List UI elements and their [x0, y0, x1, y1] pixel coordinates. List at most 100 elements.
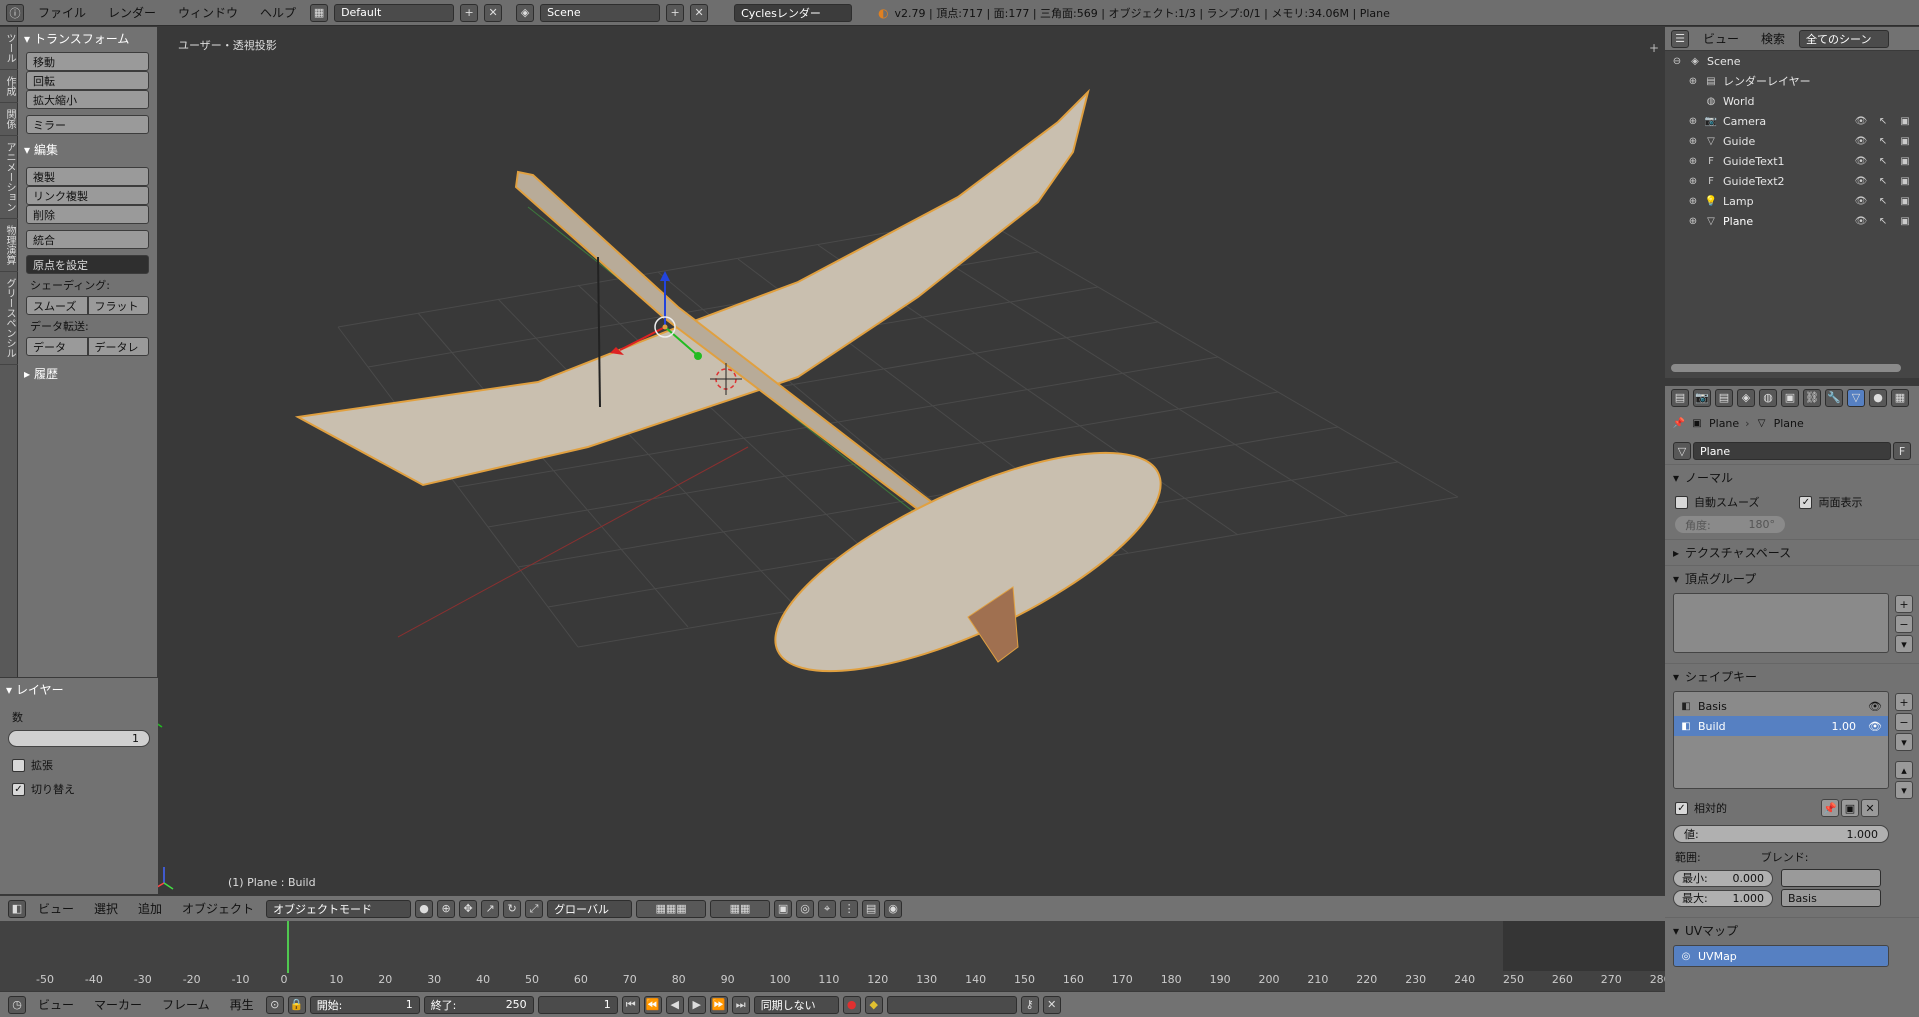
timeline-menu-playback[interactable]: 再生	[222, 996, 262, 1013]
move-up-button[interactable]: ▴	[1895, 761, 1913, 779]
link-duplicate-button[interactable]: リンク複製	[26, 186, 149, 205]
shape-key-specials-button[interactable]: ▾	[1895, 733, 1913, 751]
visibility-eye-icon[interactable]: 👁	[1855, 135, 1868, 147]
gizmo-z-arrow-icon[interactable]	[660, 271, 670, 281]
remove-layout-icon[interactable]: ✕	[484, 3, 503, 22]
lock-icon[interactable]: 🔒	[287, 995, 306, 1014]
outliner-item-scene[interactable]: ⊖ ◈ Scene	[1665, 51, 1919, 71]
shape-keys-list[interactable]: ◧ Basis 👁 ◧ Build 1.00 👁	[1673, 691, 1889, 789]
auto-smooth-checkbox[interactable]	[1675, 495, 1688, 509]
data-layout-button[interactable]: データレ	[87, 337, 149, 356]
3d-viewport[interactable]: ユーザー・透視投影 (1) Plane : Build +	[158, 27, 1665, 895]
preview-range-icon[interactable]: ⊙	[265, 995, 284, 1014]
mirror-button[interactable]: ミラー	[26, 115, 149, 134]
insert-keyframe-icon[interactable]: ⚷	[1020, 995, 1039, 1014]
gizmo-y-handle-icon[interactable]	[694, 352, 702, 360]
start-frame-field[interactable]: 開始: 1	[309, 995, 420, 1014]
world-tab-icon[interactable]: ◍	[1759, 388, 1777, 407]
outliner-item-guidetext2[interactable]: ⊕ F GuideText2 👁 ↖ ▣	[1665, 171, 1919, 191]
tab-physics[interactable]: 物理演算	[0, 219, 19, 272]
snap-target-icon[interactable]: ⋮	[840, 899, 859, 918]
next-keyframe-icon[interactable]: ⏩	[709, 995, 728, 1014]
visibility-eye-icon[interactable]: 👁	[1855, 195, 1868, 207]
outliner-menu-view[interactable]: ビュー	[1695, 30, 1747, 47]
outliner-item-plane[interactable]: ⊕ ▽ Plane 👁 ↖ ▣	[1665, 211, 1919, 231]
record-icon[interactable]: ●	[842, 995, 861, 1014]
selectable-arrow-icon[interactable]: ↖	[1877, 115, 1889, 127]
current-frame-cursor[interactable]	[287, 921, 289, 973]
add-scene-icon[interactable]: +	[666, 3, 685, 22]
vertex-group-blend-field[interactable]	[1781, 869, 1881, 887]
outliner-item-camera[interactable]: ⊕ 📷 Camera 👁 ↖ ▣	[1665, 111, 1919, 131]
selectable-arrow-icon[interactable]: ↖	[1877, 195, 1889, 207]
properties-editor-icon[interactable]: ▤	[1671, 388, 1689, 407]
visibility-eye-icon[interactable]: 👁	[1855, 155, 1868, 167]
shape-value-slider[interactable]: 値: 1.000	[1673, 825, 1889, 843]
render-tab-icon[interactable]: 📷	[1693, 388, 1711, 407]
layers-lock-icon[interactable]: ▣	[774, 899, 793, 918]
object-tab-icon[interactable]: ▣	[1781, 388, 1799, 407]
render-preview-icon[interactable]: ▤	[862, 899, 881, 918]
add-layout-icon[interactable]: +	[460, 3, 479, 22]
render-camera-icon[interactable]: ▣	[1899, 195, 1911, 207]
manipulator-icon[interactable]: ✥	[459, 899, 478, 918]
keying-set-icon[interactable]: ◆	[864, 995, 883, 1014]
play-icon[interactable]: ▶	[687, 995, 706, 1014]
jump-start-icon[interactable]: ⏮	[621, 995, 640, 1014]
layer-panel-header[interactable]: ▾ レイヤー	[0, 678, 158, 701]
menu-object[interactable]: オブジェクト	[174, 900, 262, 917]
constraints-tab-icon[interactable]: ⛓	[1803, 388, 1821, 407]
scene-tab-icon[interactable]: ◈	[1737, 388, 1755, 407]
translate-icon[interactable]: ↗	[481, 899, 500, 918]
info-editor-icon[interactable]: ⓘ	[6, 3, 24, 22]
transform-panel-header[interactable]: ▾ トランスフォーム	[18, 27, 157, 50]
rotate-icon[interactable]: ↻	[503, 899, 522, 918]
render-camera-icon[interactable]: ▣	[1899, 135, 1911, 147]
mesh-browse-icon[interactable]: ▽	[1673, 442, 1691, 460]
scale-icon[interactable]: ⤢	[525, 899, 544, 918]
layout-grid-icon[interactable]: ▦	[310, 3, 329, 22]
uv-maps-section-header[interactable]: ▾ UVマップ	[1665, 917, 1919, 943]
timeline-menu-view[interactable]: ビュー	[30, 996, 82, 1013]
move-button[interactable]: 移動	[26, 52, 149, 71]
set-origin-dropdown[interactable]: 原点を設定	[26, 255, 149, 274]
timeline-editor-icon[interactable]: ◷	[8, 995, 26, 1014]
menu-file[interactable]: ファイル	[30, 4, 94, 21]
menu-select[interactable]: 選択	[86, 900, 126, 917]
airplane-wing[interactable]	[294, 88, 1090, 487]
visibility-eye-icon[interactable]: 👁	[1855, 175, 1868, 187]
mode-select[interactable]: オブジェクトモード	[266, 899, 412, 918]
double-sided-checkbox[interactable]: ✓	[1799, 495, 1813, 509]
rotate-button[interactable]: 回転	[26, 71, 149, 90]
toggle-checkbox[interactable]: ✓	[12, 782, 25, 796]
render-camera-icon[interactable]: ▣	[1899, 175, 1911, 187]
add-vertex-group-button[interactable]: +	[1895, 595, 1913, 613]
tab-tools[interactable]: ツール	[0, 27, 19, 70]
outliner-scrollbar[interactable]	[1671, 364, 1901, 372]
uv-map-row[interactable]: ◎ UVMap	[1674, 946, 1888, 966]
timeline[interactable]: -50 -40 -30 -20 -10 0 10 20 30 40 50 60 70 80 90 100 110…	[0, 921, 1665, 991]
clear-shape-icon[interactable]: ✕	[1861, 799, 1879, 817]
fake-user-button[interactable]: F	[1893, 442, 1911, 460]
shape-key-visibility-icon[interactable]: 👁	[1868, 700, 1882, 713]
outliner-editor-icon[interactable]: ☰	[1671, 29, 1689, 48]
edit-panel-header[interactable]: ▾ 編集	[18, 138, 157, 161]
pivot-icon[interactable]: ⊕	[437, 899, 456, 918]
edit-mode-shape-icon[interactable]: ▣	[1841, 799, 1859, 817]
vertex-groups-section-header[interactable]: ▾ 頂点グループ	[1665, 565, 1919, 591]
render-layers-tab-icon[interactable]: ▤	[1715, 388, 1733, 407]
smooth-button[interactable]: スムーズ	[26, 296, 88, 315]
outliner-menu-search[interactable]: 検索	[1753, 30, 1793, 47]
mesh-data-tab-icon[interactable]: ▽	[1847, 388, 1865, 407]
outliner-item-render-layer[interactable]: ⊕ ▤ レンダーレイヤー	[1665, 71, 1919, 91]
mesh-name-field[interactable]: Plane	[1693, 442, 1891, 460]
keying-set-field[interactable]	[886, 995, 1017, 1014]
shape-key-row[interactable]: ◧ Basis 👁	[1674, 696, 1888, 716]
menu-render[interactable]: レンダー	[100, 4, 164, 21]
end-frame-field[interactable]: 終了: 250	[423, 995, 534, 1014]
shape-key-visibility-icon[interactable]: 👁	[1868, 720, 1882, 733]
scene-name-field[interactable]: Scene	[540, 3, 661, 22]
sync-mode-select[interactable]: 同期しない	[753, 995, 839, 1014]
render-engine-select[interactable]: Cyclesレンダー	[734, 3, 853, 22]
timeline-menu-frame[interactable]: フレーム	[154, 996, 218, 1013]
